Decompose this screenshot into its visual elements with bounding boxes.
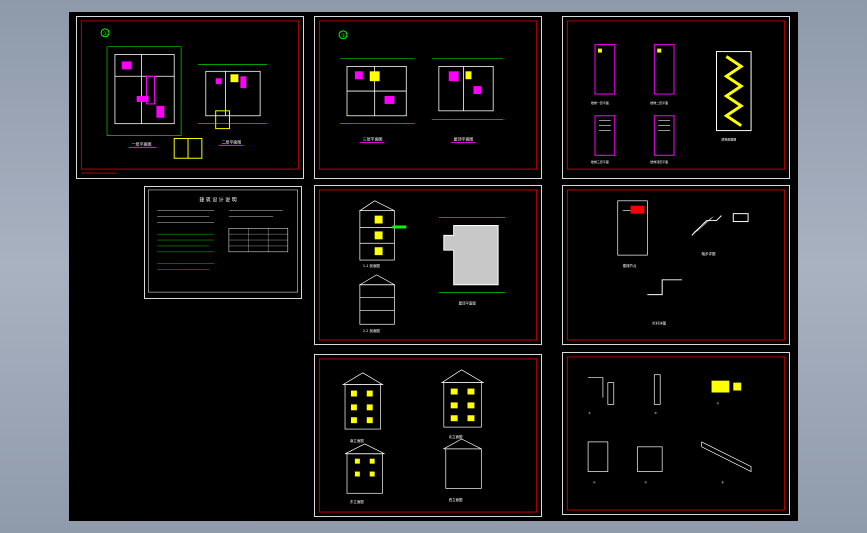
sheet-stair-details[interactable]: 楼梯一层平面 楼梯二层平面楼梯三层平面 楼梯顶层平面 楼梯剖面图 [562,16,790,179]
sheet-stair-sections[interactable]: 楼梯节点 踏步详图 栏杆详图 [562,185,790,345]
sheet-floor-plans-2[interactable]: ① 三层平面图 屋顶平面图 [314,16,542,179]
svg-text:⑤: ⑤ [644,480,647,484]
sheet-design-notes[interactable]: 建 筑 设 计 说 明 [144,186,302,299]
svg-text:楼梯二层平面: 楼梯二层平面 [650,100,668,105]
svg-text:屋顶平面图: 屋顶平面图 [459,301,477,306]
svg-text:踏步详图: 踏步详图 [702,251,716,256]
svg-text:东立面图: 东立面图 [350,499,364,504]
svg-text:楼梯一层平面: 楼梯一层平面 [591,100,609,105]
svg-text:②: ② [654,411,657,415]
svg-text:南立面图: 南立面图 [350,438,364,443]
sheet-stair-sections-drawing: 楼梯节点 踏步详图 栏杆详图 [566,189,786,341]
sheet-construction-details[interactable]: ① ② ③ ④ ⑤ ⑥ [562,352,790,515]
svg-text:楼梯三层平面: 楼梯三层平面 [591,159,609,164]
sheet-floor-plans-1[interactable]: ① 一层平面图 二层平面图 [76,16,304,179]
sheet-sections-roof[interactable]: 1-1 剖面图 2-2 剖面图 屋顶平面图 [314,185,542,345]
sheet-floor-plans-1-drawing: ① 一层平面图 二层平面图 [80,20,300,174]
svg-text:北立面图: 北立面图 [449,434,463,439]
svg-text:1-1 剖面图: 1-1 剖面图 [363,263,381,268]
svg-text:③: ③ [716,401,719,405]
sheet-design-notes-drawing: 建 筑 设 计 说 明 [148,189,298,293]
sheet-elevations-drawing: 南立面图 北立面图东立面图 西立面图 [318,358,538,513]
svg-text:楼梯剖面图: 楼梯剖面图 [721,136,736,141]
svg-text:2-2 剖面图: 2-2 剖面图 [363,328,381,333]
svg-text:屋顶平面图: 屋顶平面图 [454,136,474,141]
sheet-mark: ① [341,33,345,39]
sheet-stair-details-drawing: 楼梯一层平面 楼梯二层平面楼梯三层平面 楼梯顶层平面 楼梯剖面图 [566,20,786,170]
svg-text:一层平面图: 一层平面图 [132,141,152,146]
svg-text:④: ④ [593,480,596,484]
svg-text:二层平面图: 二层平面图 [222,139,242,144]
svg-text:楼梯节点: 楼梯节点 [623,263,637,268]
svg-text:①: ① [588,411,591,415]
svg-text:⑥: ⑥ [721,480,724,484]
sheet-elevations[interactable]: 南立面图 北立面图东立面图 西立面图 [314,354,542,517]
notes-title: 建 筑 设 计 说 明 [199,197,236,204]
sheet-mark: ① [103,31,107,37]
svg-text:西立面图: 西立面图 [449,497,463,502]
sheet-sections-roof-drawing: 1-1 剖面图 2-2 剖面图 屋顶平面图 [318,189,538,341]
svg-text:楼梯顶层平面: 楼梯顶层平面 [650,159,668,164]
svg-text:三层平面图: 三层平面图 [363,136,383,141]
sheet-construction-details-drawing: ① ② ③ ④ ⑤ ⑥ [566,356,786,511]
drawing-canvas[interactable]: ① 一层平面图 二层平面图 ① 三层平面图 屋顶平面图 楼梯一层平面 楼梯二层平… [69,12,798,521]
sheet-floor-plans-2-drawing: ① 三层平面图 屋顶平面图 [318,20,538,170]
svg-text:栏杆详图: 栏杆详图 [652,320,666,325]
